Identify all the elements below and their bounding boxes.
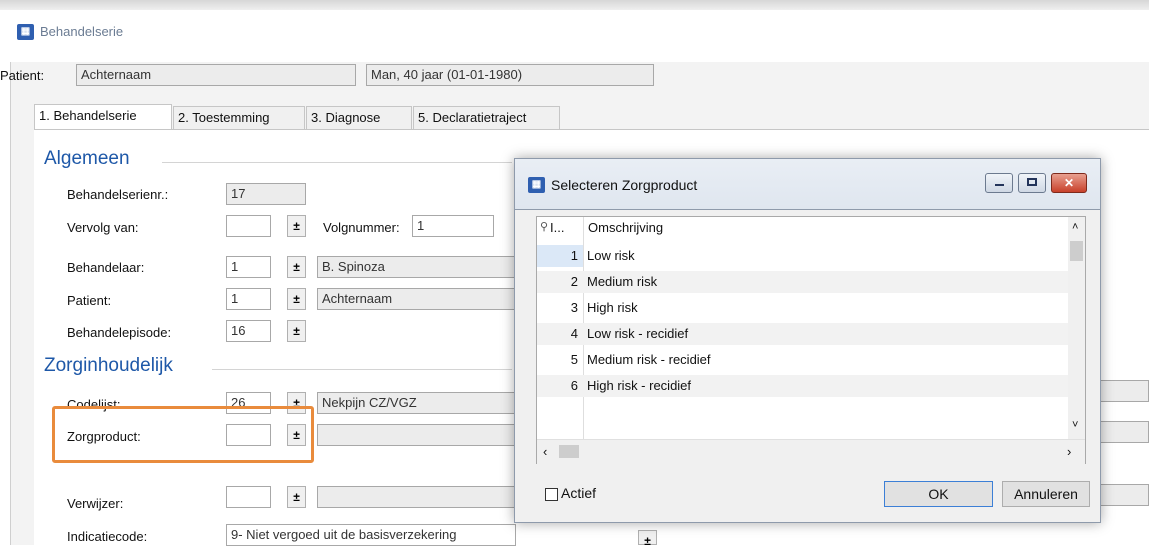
row-desc: Low risk - recidief <box>587 326 689 341</box>
actief-label: Actief <box>561 485 597 501</box>
list-item[interactable]: 5 Medium risk - recidief <box>537 349 1068 371</box>
indicatiecode-field[interactable]: 9- Niet vergoed uit de basisverzekering <box>226 524 516 546</box>
row-desc: Medium risk - recidief <box>587 352 711 367</box>
app-icon: ▦ <box>17 24 34 40</box>
patient-bar-label: Patient: <box>0 68 45 83</box>
row-id: 6 <box>570 378 578 393</box>
vervolg-lookup-button[interactable]: ± <box>287 215 306 237</box>
minimize-button[interactable] <box>985 173 1013 193</box>
row-desc: High risk - recidief <box>587 378 692 393</box>
scroll-thumb[interactable] <box>1070 241 1083 261</box>
tab-behandelserie[interactable]: 1. Behandelserie <box>34 104 172 130</box>
behandelserienr-field: 17 <box>226 183 306 205</box>
volgnummer-label: Volgnummer: <box>323 220 400 235</box>
indicatiecode-lookup-button[interactable]: ± <box>638 530 657 548</box>
minimize-icon <box>995 184 1004 186</box>
section-zorginhoudelijk: Zorginhoudelijk <box>44 355 173 376</box>
behandelepisode-label: Behandelepisode: <box>67 325 172 340</box>
section-algemeen: Algemeen <box>44 148 130 169</box>
behandelepisode-lookup-button[interactable]: ± <box>287 320 306 342</box>
maximize-icon <box>1027 178 1037 186</box>
codelijst-extra-field <box>1100 380 1149 402</box>
list-item[interactable]: 3 High risk <box>537 297 1068 319</box>
tab-declaratietraject[interactable]: 5. Declaratietraject <box>413 106 560 130</box>
actief-checkbox[interactable] <box>545 488 558 501</box>
verwijzer-extra-field <box>1100 484 1149 506</box>
window-titlebar <box>10 10 1149 62</box>
row-desc: Low risk <box>587 248 635 263</box>
section-divider <box>212 369 512 370</box>
horizontal-scrollbar[interactable]: ‹ › <box>537 439 1085 464</box>
row-id: 2 <box>570 274 578 289</box>
verwijzer-field[interactable] <box>226 486 271 508</box>
zorgproduct-name-field <box>317 424 517 446</box>
indicatiecode-label: Indicatiecode: <box>67 529 148 544</box>
close-button[interactable]: ✕ <box>1051 173 1087 193</box>
dialog-app-icon: ▦ <box>528 177 545 193</box>
patient-name-field: Achternaam <box>317 288 517 310</box>
highlight-box <box>52 406 314 463</box>
row-id: 4 <box>570 326 578 341</box>
maximize-button[interactable] <box>1018 173 1046 193</box>
row-desc: Medium risk <box>587 274 658 289</box>
verwijzer-lookup-button[interactable]: ± <box>287 486 306 508</box>
verwijzer-label: Verwijzer: <box>67 496 124 511</box>
vervolg-field[interactable] <box>226 215 271 237</box>
tab-diagnose[interactable]: 3. Diagnose <box>306 106 412 130</box>
row-id: 1 <box>570 248 578 263</box>
scroll-down-icon[interactable]: ˅ <box>1072 419 1078 431</box>
patient-bar-name: Achternaam <box>76 64 356 86</box>
col-header-id[interactable]: I... <box>550 220 564 235</box>
patient-label: Patient: <box>67 293 112 308</box>
scroll-left-icon[interactable]: ‹ <box>543 444 547 459</box>
section-divider <box>162 162 512 163</box>
vervolg-label: Vervolg van: <box>67 220 139 235</box>
cancel-button[interactable]: Annuleren <box>1002 481 1090 507</box>
vertical-scrollbar[interactable]: ˄ ˅ <box>1068 217 1085 439</box>
list-item[interactable]: 1 Low risk <box>537 245 1068 267</box>
close-icon: ✕ <box>1063 176 1075 190</box>
behandelaar-name-field: B. Spinoza <box>317 256 517 278</box>
desktop-background <box>0 0 1149 10</box>
dialog-title: Selecteren Zorgproduct <box>551 177 698 193</box>
patient-lookup-button[interactable]: ± <box>287 288 306 310</box>
sort-icon: ⚲ <box>540 221 549 233</box>
scroll-thumb[interactable] <box>559 445 579 458</box>
list-item[interactable]: 4 Low risk - recidief <box>537 323 1068 345</box>
row-desc: High risk <box>587 300 638 315</box>
list-item[interactable]: 2 Medium risk <box>537 271 1068 293</box>
zorgproduct-extra-field <box>1100 421 1149 443</box>
behandelserienr-label: Behandelserienr.: <box>67 187 169 202</box>
volgnummer-field[interactable]: 1 <box>412 215 494 237</box>
behandelaar-lookup-button[interactable]: ± <box>287 256 306 278</box>
scroll-up-icon[interactable]: ˄ <box>1072 221 1078 233</box>
row-id: 5 <box>570 352 578 367</box>
ok-button[interactable]: OK <box>884 481 993 507</box>
tab-toestemming[interactable]: 2. Toestemming <box>173 106 305 130</box>
col-header-omschrijving[interactable]: Omschrijving <box>588 220 663 235</box>
patient-code-field[interactable]: 1 <box>226 288 271 310</box>
behandelepisode-field[interactable]: 16 <box>226 320 271 342</box>
verwijzer-name-field <box>317 486 517 508</box>
codelijst-name-field: Nekpijn CZ/VGZ <box>317 392 517 414</box>
window-title: Behandelserie <box>40 24 124 39</box>
scroll-right-icon[interactable]: › <box>1067 444 1071 459</box>
behandelaar-code-field[interactable]: 1 <box>226 256 271 278</box>
row-id: 3 <box>570 300 578 315</box>
patient-bar-info: Man, 40 jaar (01-01-1980) <box>366 64 654 86</box>
behandelaar-label: Behandelaar: <box>67 260 145 275</box>
list-item[interactable]: 6 High risk - recidief <box>537 375 1068 397</box>
